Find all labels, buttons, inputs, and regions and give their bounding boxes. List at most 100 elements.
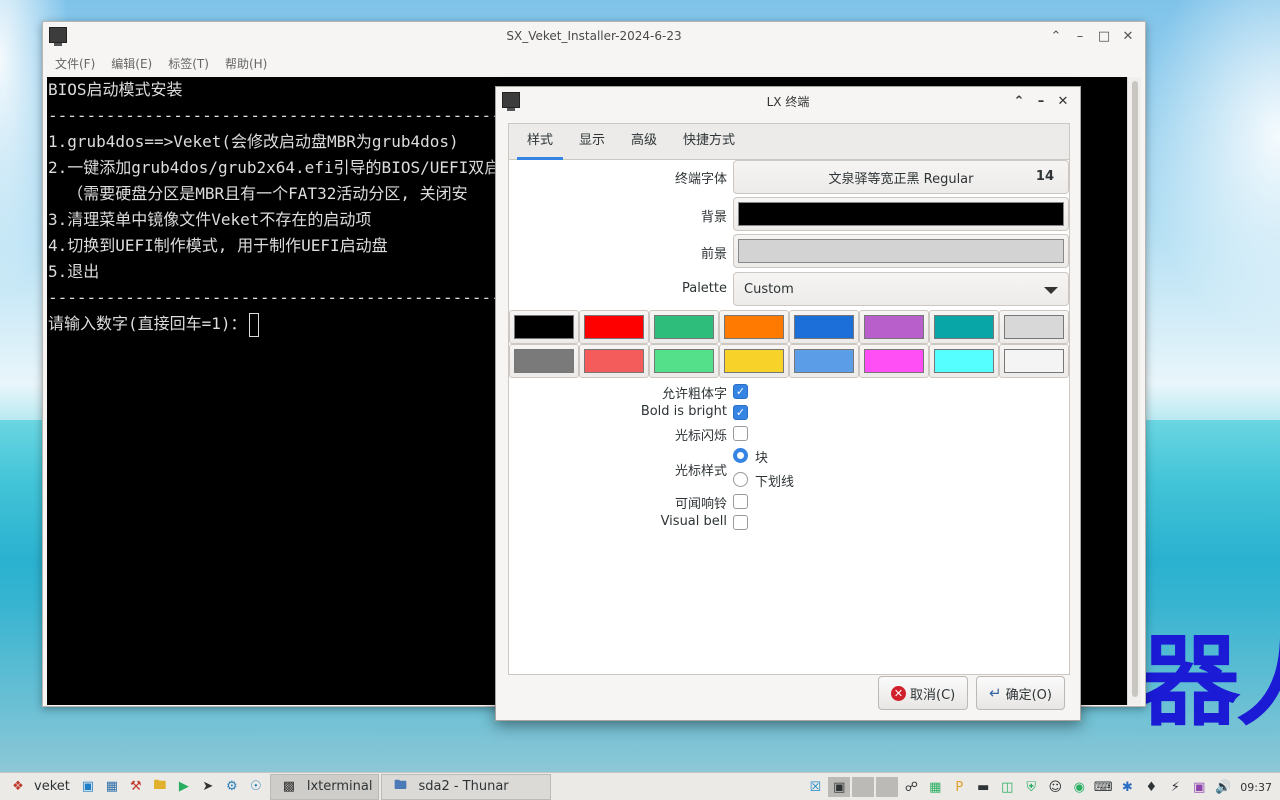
p-icon[interactable]: P [948, 777, 970, 797]
palette-value: Custom [744, 281, 794, 297]
palette-color-button-0-7[interactable] [999, 310, 1069, 344]
cursor-underline-radio[interactable] [733, 472, 748, 487]
palette-color-button-0-0[interactable] [509, 310, 579, 344]
palette-color-button-1-6[interactable] [929, 344, 999, 378]
palette-color-button-0-5[interactable] [859, 310, 929, 344]
enter-icon: ↵ [989, 684, 1002, 702]
workspace-1-icon[interactable]: ▣ [828, 777, 851, 797]
palette-color-button-1-5[interactable] [859, 344, 929, 378]
database-icon[interactable]: ◫ [996, 777, 1018, 797]
palette-color-button-0-3[interactable] [719, 310, 789, 344]
menu-file[interactable]: 文件(F) [55, 55, 95, 72]
image-viewer-icon[interactable]: ▦ [103, 778, 121, 796]
cancel-button[interactable]: ✕ 取消(C) [878, 676, 969, 710]
terminal-scrollbar[interactable] [1127, 77, 1141, 705]
workspace-2-icon[interactable] [852, 777, 875, 797]
notification-bell-icon[interactable]: ♦ [1140, 777, 1162, 797]
workspace-close-icon[interactable]: ☒ [804, 777, 826, 797]
arrow-icon[interactable]: ➤ [199, 778, 217, 796]
palette-color-button-1-0[interactable] [509, 344, 579, 378]
folder-icon[interactable]: 🖿 [151, 778, 169, 796]
palette-color-button-1-3[interactable] [719, 344, 789, 378]
palette-color-swatch [794, 349, 854, 373]
cursor-blink-checkbox[interactable] [733, 426, 748, 441]
close-icon[interactable]: ✕ [1119, 27, 1137, 45]
drive-icon[interactable]: ▬ [972, 777, 994, 797]
palette-color-swatch [724, 349, 784, 373]
chevron-down-icon [1044, 287, 1058, 294]
background-color-swatch [738, 202, 1064, 226]
menu-edit[interactable]: 编辑(E) [111, 55, 152, 72]
volume-icon[interactable]: 🔊 [1212, 777, 1234, 797]
tab-display[interactable]: 显示 [569, 124, 615, 160]
clock[interactable]: 09:37 [1240, 781, 1272, 794]
foreground-color-swatch [738, 239, 1064, 263]
terminal-app-icon [49, 27, 67, 46]
start-menu-button[interactable]: ❖ veket [0, 773, 76, 800]
folder-icon: 🖿 [393, 777, 407, 793]
workspace-3-icon[interactable] [876, 777, 899, 797]
browser-icon[interactable]: ☉ [247, 778, 265, 796]
cpu-monitor-icon[interactable]: ▦ [924, 777, 946, 797]
allow-bold-label: 允许粗体字 [661, 387, 727, 402]
background-color-button[interactable] [733, 197, 1069, 231]
start-menu-label: veket [34, 779, 70, 794]
keyboard-icon[interactable]: ⌨ [1092, 777, 1114, 797]
foreground-color-button[interactable] [733, 234, 1069, 268]
maximize-icon[interactable]: □ [1095, 27, 1113, 45]
tab-shortcuts[interactable]: 快捷方式 [673, 124, 745, 160]
menu-tabs[interactable]: 标签(T) [168, 55, 209, 72]
palette-color-button-1-4[interactable] [789, 344, 859, 378]
shade-icon[interactable]: ⌃ [1010, 92, 1028, 110]
task-thunar[interactable]: 🖿 sda2 - Thunar [381, 773, 552, 800]
dialog-titlebar[interactable]: LX 终端 ⌃ – ✕ [496, 87, 1080, 115]
veket-logo-icon: ❖ [12, 779, 24, 794]
cursor-block-radio[interactable] [733, 448, 748, 463]
terminal-task-icon: ▩ [282, 779, 295, 794]
bluetooth-icon[interactable]: ✱ [1116, 777, 1138, 797]
palette-select[interactable]: Custom [733, 272, 1069, 306]
allow-bold-checkbox[interactable]: ✓ [733, 384, 748, 399]
scrollbar-thumb[interactable] [1132, 81, 1138, 697]
minimize-icon[interactable]: – [1071, 27, 1089, 45]
palette-color-button-1-7[interactable] [999, 344, 1069, 378]
terminal-titlebar[interactable]: SX_Veket_Installer-2024-6-23 ⌃ – □ ✕ [43, 22, 1145, 50]
close-icon[interactable]: ✕ [1054, 92, 1072, 110]
task-lxterminal[interactable]: ▩ lxterminal [269, 773, 380, 800]
cursor-underline-label: 下划线 [755, 475, 795, 490]
wechat-icon[interactable]: ◉ [1068, 777, 1090, 797]
audible-bell-checkbox[interactable] [733, 494, 748, 509]
visual-bell-checkbox[interactable] [733, 515, 748, 530]
terminal-cursor [248, 312, 259, 337]
settings-icon[interactable]: ⚙ [223, 778, 241, 796]
foreground-label: 前景 [700, 247, 727, 262]
font-label: 终端字体 [674, 172, 727, 187]
ok-button[interactable]: ↵ 确定(O) [976, 676, 1065, 710]
palette-color-button-0-4[interactable] [789, 310, 859, 344]
palette-color-button-0-1[interactable] [579, 310, 649, 344]
tab-advanced[interactable]: 高级 [621, 124, 667, 160]
cancel-icon: ✕ [891, 685, 906, 701]
network-icon[interactable]: ☍ [900, 777, 922, 797]
font-button[interactable]: 文泉驿等宽正黑 Regular 14 [733, 160, 1069, 194]
shade-icon[interactable]: ⌃ [1047, 27, 1065, 45]
desktop-icon[interactable]: ▣ [79, 778, 97, 796]
qq-icon[interactable]: ☺ [1044, 777, 1066, 797]
tab-bar: 样式 显示 高级 快捷方式 [509, 124, 1069, 160]
palette-color-swatch [584, 349, 644, 373]
palette-color-button-1-1[interactable] [579, 344, 649, 378]
menu-help[interactable]: 帮助(H) [225, 55, 267, 72]
palette-color-button-0-2[interactable] [649, 310, 719, 344]
minimize-icon[interactable]: – [1032, 92, 1050, 110]
tab-style[interactable]: 样式 [517, 124, 564, 160]
power-icon[interactable]: ⚡ [1164, 777, 1186, 797]
background-label: 背景 [700, 210, 727, 225]
preferences-dialog: LX 终端 ⌃ – ✕ 样式 显示 高级 快捷方式 终端字体 文泉驿等宽正黑 R… [495, 86, 1081, 721]
palette-color-button-0-6[interactable] [929, 310, 999, 344]
shield-icon[interactable]: ⛨ [1020, 777, 1042, 797]
bold-bright-checkbox[interactable]: ✓ [733, 405, 748, 420]
screenshot-icon[interactable]: ▣ [1188, 777, 1210, 797]
tools-icon[interactable]: ⚒ [127, 778, 145, 796]
palette-color-button-1-2[interactable] [649, 344, 719, 378]
play-icon[interactable]: ▶ [175, 778, 193, 796]
